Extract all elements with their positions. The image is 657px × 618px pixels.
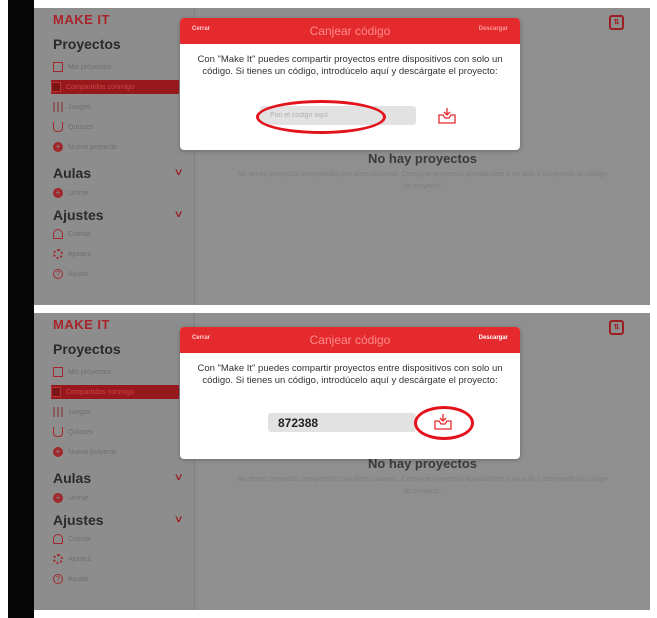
chevron-down-icon[interactable]: ∨ xyxy=(174,514,184,525)
screen-filled-code: MAKE IT Proyectos Mis proyectos Comparti… xyxy=(34,313,650,610)
sidebar-item-unirse[interactable]: + Unirse xyxy=(53,491,88,505)
download-icon[interactable] xyxy=(437,107,457,125)
sidebar-item-compartidos[interactable]: Compartidos conmigo xyxy=(51,80,179,94)
sidebar-item-cuenta[interactable]: Cuenta xyxy=(53,532,91,546)
empty-subtitle: No tienes proyectos compartidos por otro… xyxy=(237,476,608,495)
help-icon: ? xyxy=(53,574,63,584)
shared-icon xyxy=(51,387,61,397)
sidebar: MAKE IT Proyectos Mis proyectos Comparti… xyxy=(34,313,195,610)
sidebar-item-label: Cuenta xyxy=(68,535,91,543)
folder-icon xyxy=(53,62,63,72)
sidebar-item-label: Ajustes xyxy=(68,555,91,563)
section-title-proyectos: Proyectos xyxy=(53,36,121,52)
sidebar-item-cuenta[interactable]: Cuenta xyxy=(53,227,91,241)
sidebar-item-mis-proyectos[interactable]: Mis proyectos xyxy=(53,60,111,74)
sidebar-item-mis-proyectos[interactable]: Mis proyectos xyxy=(53,365,111,379)
sidebar-item-label: Mis proyectos xyxy=(68,368,112,376)
grid-icon xyxy=(53,407,63,417)
sidebar-item-ajustes[interactable]: Ajustes xyxy=(53,552,91,566)
trophy-icon xyxy=(53,427,63,437)
plus-icon: + xyxy=(53,142,63,152)
app-logo: MAKE IT xyxy=(53,12,110,27)
sidebar-item-label: Unirse xyxy=(68,189,89,197)
sidebar-item-label: Cuenta xyxy=(68,230,91,238)
sidebar-item-label: Juegos xyxy=(68,408,91,416)
sidebar-item-quizzes[interactable]: Quizzes xyxy=(53,120,93,134)
sidebar-item-ayuda[interactable]: ? Ayuda xyxy=(53,572,88,586)
download-button[interactable]: Descargar xyxy=(479,26,508,32)
modal-description: Con "Make It" puedes compartir proyectos… xyxy=(197,363,503,386)
sidebar-item-ayuda[interactable]: ? Ayuda xyxy=(53,267,88,281)
download-highlight-circle xyxy=(414,406,474,440)
download-button[interactable]: Descargar xyxy=(479,335,508,341)
sidebar-item-nuevo-proyecto[interactable]: + Nuevo proyecto xyxy=(53,445,117,459)
code-input[interactable] xyxy=(268,413,416,432)
sidebar-item-juegos[interactable]: Juegos xyxy=(53,100,91,114)
grid-icon xyxy=(53,102,63,112)
sidebar-item-label: Juegos xyxy=(68,103,91,111)
redeem-code-modal: Cerrar Canjear código Descargar Con "Mak… xyxy=(180,327,520,459)
help-icon: ? xyxy=(53,269,63,279)
sidebar-item-label: Ayuda xyxy=(68,575,88,583)
sidebar-item-label: Compartidos conmigo xyxy=(66,83,135,91)
folder-icon xyxy=(53,367,63,377)
section-title-ajustes[interactable]: Ajustes xyxy=(53,512,104,528)
modal-title: Canjear código xyxy=(309,24,391,38)
sidebar-item-juegos[interactable]: Juegos xyxy=(53,405,91,419)
sidebar-item-ajustes[interactable]: Ajustes xyxy=(53,247,91,261)
section-title-ajustes[interactable]: Ajustes xyxy=(53,207,104,223)
plus-icon: + xyxy=(53,493,63,503)
section-title-aulas[interactable]: Aulas xyxy=(53,470,91,486)
plus-icon: + xyxy=(53,447,63,457)
chevron-down-icon[interactable]: ∨ xyxy=(174,472,184,483)
sidebar-item-nuevo-proyecto[interactable]: + Nuevo proyecto xyxy=(53,140,117,154)
sidebar-item-label: Nuevo proyecto xyxy=(68,143,118,151)
sidebar-item-label: Mis proyectos xyxy=(68,63,112,71)
sidebar-item-unirse[interactable]: + Unirse xyxy=(53,186,88,200)
chevron-down-icon[interactable]: ∨ xyxy=(174,167,184,178)
sidebar-item-label: Quizzes xyxy=(68,123,94,131)
modal-title: Canjear código xyxy=(309,333,391,347)
sort-icon[interactable]: ⇅ xyxy=(609,320,624,335)
sidebar-item-label: Compartidos conmigo xyxy=(66,388,135,396)
trophy-icon xyxy=(53,122,63,132)
sidebar-item-label: Ayuda xyxy=(68,270,88,278)
gear-icon xyxy=(53,249,63,259)
sidebar-item-label: Unirse xyxy=(68,494,89,502)
user-icon xyxy=(53,229,63,239)
section-title-aulas[interactable]: Aulas xyxy=(53,165,91,181)
user-icon xyxy=(53,534,63,544)
sidebar: MAKE IT Proyectos Mis proyectos Comparti… xyxy=(34,8,195,305)
gear-icon xyxy=(53,554,63,564)
shared-icon xyxy=(51,82,61,92)
sort-icon[interactable]: ⇅ xyxy=(609,15,624,30)
empty-title: No hay proyectos xyxy=(367,151,478,166)
sidebar-item-compartidos[interactable]: Compartidos conmigo xyxy=(51,385,179,399)
sidebar-item-label: Quizzes xyxy=(68,428,94,436)
input-highlight-circle xyxy=(256,100,386,134)
app-logo: MAKE IT xyxy=(53,317,110,332)
sidebar-item-quizzes[interactable]: Quizzes xyxy=(53,425,93,439)
section-title-proyectos: Proyectos xyxy=(53,341,121,357)
chevron-down-icon[interactable]: ∨ xyxy=(174,209,184,220)
left-black-bar xyxy=(8,0,34,618)
modal-header: Cerrar Canjear código Descargar xyxy=(180,327,520,353)
empty-subtitle: No tienes proyectos compartidos por otro… xyxy=(237,171,608,190)
screen-empty-code: MAKE IT Proyectos Mis proyectos Comparti… xyxy=(34,8,650,305)
sidebar-item-label: Nuevo proyecto xyxy=(68,448,118,456)
sidebar-item-label: Ajustes xyxy=(68,250,91,258)
modal-description: Con "Make It" puedes compartir proyectos… xyxy=(197,54,503,77)
plus-icon: + xyxy=(53,188,63,198)
modal-header: Cerrar Canjear código Descargar xyxy=(180,18,520,44)
